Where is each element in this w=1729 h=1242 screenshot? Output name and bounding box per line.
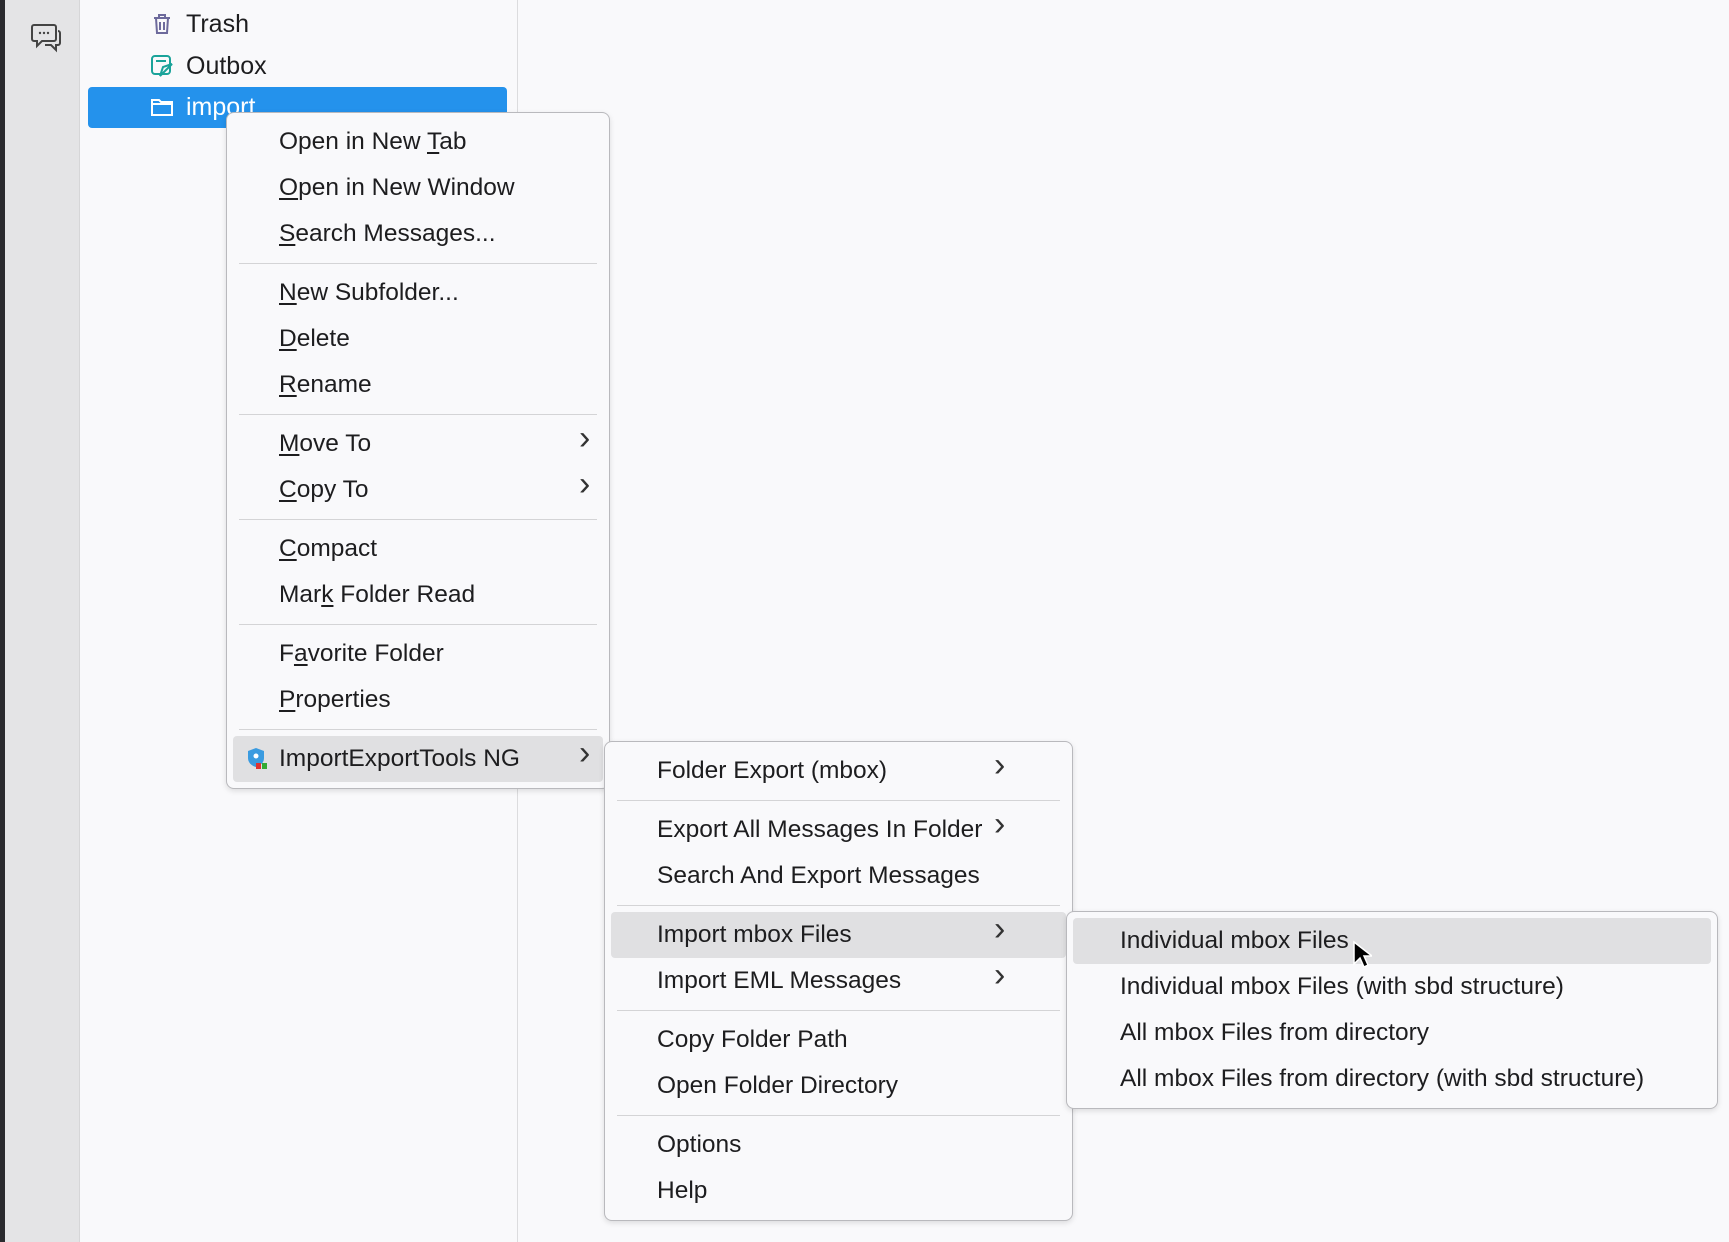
chevron-right-icon: ›	[994, 956, 1006, 994]
menu-item-label: Copy Folder Path	[657, 1026, 848, 1053]
menu-separator	[239, 729, 597, 730]
menu-item-properties[interactable]: Properties	[233, 677, 603, 723]
menu-item-importexporttools-ng[interactable]: ImportExportTools NG ›	[233, 734, 603, 782]
menu-item-open-folder-directory[interactable]: Open Folder Directory	[611, 1063, 1066, 1109]
menu-item-open-in-new-window[interactable]: Open in New Window	[233, 165, 603, 211]
menu-item-label: Import EML Messages	[657, 967, 902, 994]
menu-item-import-eml-messages[interactable]: Import EML Messages ›	[611, 956, 1066, 1004]
menu-item-label: Copy To	[279, 476, 369, 503]
menu-item-copy-to[interactable]: Copy To ›	[233, 465, 603, 513]
chat-icon[interactable]	[31, 22, 63, 58]
menu-separator	[617, 1115, 1060, 1116]
folder-outbox[interactable]: Outbox	[88, 46, 507, 87]
menu-item-label: Individual mbox Files	[1120, 927, 1349, 954]
menu-item-search-and-export-messages[interactable]: Search And Export Messages	[611, 853, 1066, 899]
menu-item-label: Folder Export (mbox)	[657, 757, 888, 784]
menu-item-label: All mbox Files from directory (with sbd …	[1120, 1065, 1645, 1092]
menu-item-label: Properties	[279, 686, 391, 713]
menu-separator	[239, 414, 597, 415]
menu-separator	[617, 905, 1060, 906]
trash-icon	[154, 14, 170, 34]
menu-item-label: Search And Export Messages	[657, 862, 980, 889]
chevron-right-icon: ›	[994, 805, 1006, 843]
menu-separator	[239, 263, 597, 264]
menu-item-label: Options	[657, 1131, 742, 1158]
chevron-right-icon: ›	[579, 419, 591, 457]
menu-item-delete[interactable]: Delete	[233, 316, 603, 362]
menu-item-label: ImportExportTools NG	[279, 745, 520, 772]
menu-item-label: Mark Folder Read	[279, 581, 476, 608]
menu-separator	[617, 800, 1060, 801]
menu-item-favorite-folder[interactable]: Favorite Folder	[233, 631, 603, 677]
menu-item-label: Open Folder Directory	[657, 1072, 899, 1099]
chevron-right-icon: ›	[994, 910, 1006, 948]
menu-item-options[interactable]: Options	[611, 1122, 1066, 1168]
chevron-right-icon: ›	[579, 465, 591, 503]
menu-item-label: Import mbox Files	[657, 921, 852, 948]
menu-item-label: All mbox Files from directory	[1120, 1019, 1430, 1046]
chevron-right-icon: ›	[994, 746, 1006, 784]
menu-item-move-to[interactable]: Move To ›	[233, 419, 603, 467]
menu-item-folder-export-mbox[interactable]: Folder Export (mbox) ›	[611, 746, 1066, 794]
menu-item-label: Delete	[279, 325, 350, 352]
menu-item-label: Help	[657, 1177, 708, 1204]
menu-item-label: Move To	[279, 430, 372, 457]
menu-item-export-all-messages-in-folder[interactable]: Export All Messages In Folder ›	[611, 805, 1066, 853]
menu-item-search-messages[interactable]: Search Messages...	[233, 211, 603, 257]
importexporttools-submenu: Folder Export (mbox) › Export All Messages…	[604, 741, 1073, 1221]
menu-item-label: Open in New Tab	[279, 128, 467, 155]
menu-separator	[617, 1010, 1060, 1011]
menu-item-rename[interactable]: Rename	[233, 362, 603, 408]
menu-item-label: Export All Messages In Folder	[657, 816, 983, 843]
folder-icon	[151, 99, 173, 116]
chevron-right-icon: ›	[579, 734, 591, 772]
folder-label: Outbox	[186, 52, 267, 80]
menu-separator	[239, 624, 597, 625]
menu-item-label: Rename	[279, 371, 372, 398]
menu-item-mark-folder-read[interactable]: Mark Folder Read	[233, 572, 603, 618]
folder-context-menu: Open in New Tab Open in New Window Search …	[226, 112, 610, 789]
menu-item-label: Compact	[279, 535, 378, 562]
menu-item-label: Open in New Window	[279, 174, 515, 201]
importexporttools-addon-icon	[248, 748, 267, 769]
outbox-icon	[151, 55, 173, 77]
menu-item-all-mbox-files-from-directory[interactable]: All mbox Files from directory	[1073, 1010, 1711, 1056]
menu-item-label: Individual mbox Files (with sbd structur…	[1120, 973, 1564, 1000]
menu-item-individual-mbox-files[interactable]: Individual mbox Files	[1073, 918, 1711, 964]
menu-item-compact[interactable]: Compact	[233, 526, 603, 572]
menu-item-new-subfolder[interactable]: New Subfolder...	[233, 270, 603, 316]
menu-item-label: Search Messages...	[279, 220, 496, 247]
mouse-cursor-icon	[1353, 940, 1372, 969]
menu-separator	[239, 519, 597, 520]
menu-item-copy-folder-path[interactable]: Copy Folder Path	[611, 1017, 1066, 1063]
folder-label: Trash	[186, 10, 249, 38]
menu-item-import-mbox-files[interactable]: Import mbox Files ›	[611, 910, 1066, 958]
import-mbox-submenu: Individual mbox Files Individual mbox Fil…	[1066, 911, 1718, 1109]
menu-item-label: New Subfolder...	[279, 279, 459, 306]
spaces-toolbar	[5, 0, 80, 1242]
menu-item-label: Favorite Folder	[279, 640, 444, 667]
menu-item-all-mbox-files-from-directory-with-sbd-structure[interactable]: All mbox Files from directory (with sbd …	[1073, 1056, 1711, 1102]
menu-item-individual-mbox-files-with-sbd-structure[interactable]: Individual mbox Files (with sbd structur…	[1073, 964, 1711, 1010]
menu-item-open-in-new-tab[interactable]: Open in New Tab	[233, 119, 603, 165]
folder-trash[interactable]: Trash	[88, 4, 507, 45]
menu-item-help[interactable]: Help	[611, 1168, 1066, 1214]
